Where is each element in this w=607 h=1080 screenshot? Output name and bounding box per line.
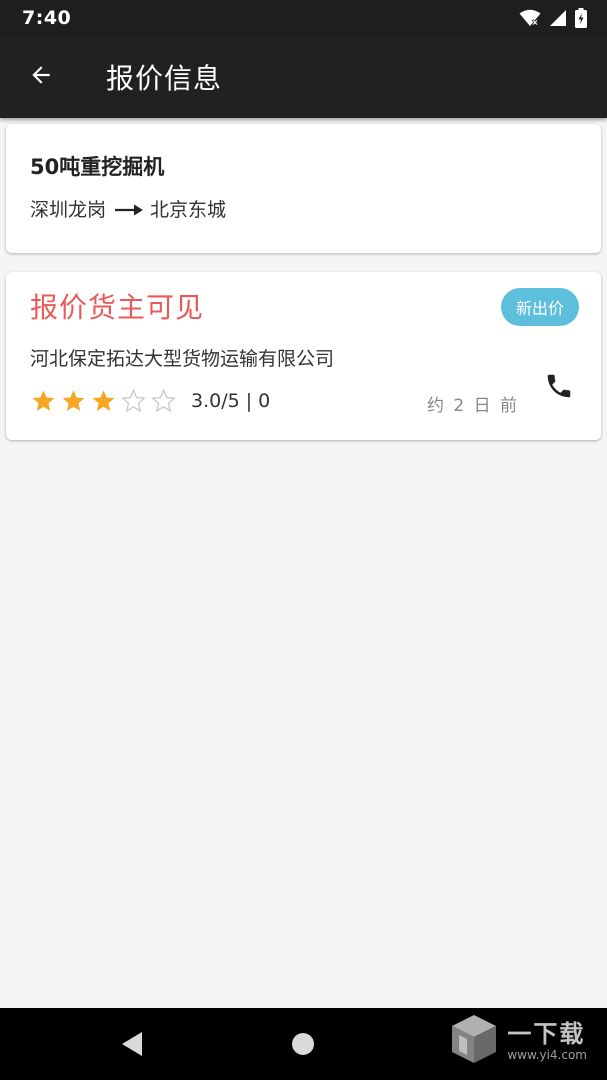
call-button[interactable]	[539, 368, 579, 408]
cargo-card: 50吨重挖掘机 深圳龙岗 北京东城	[6, 124, 601, 253]
quote-card[interactable]: 报价货主可见 新出价 河北保定拓达大型货物运输有限公司 3.0/5 | 0 约 …	[6, 272, 601, 440]
battery-icon	[575, 8, 587, 28]
rating-text: 3.0/5 | 0	[191, 390, 271, 412]
app-bar: 报价信息	[0, 36, 607, 118]
route-from: 深圳龙岗	[30, 199, 107, 221]
route-to: 北京东城	[150, 199, 227, 221]
rating-row: 3.0/5 | 0	[30, 388, 270, 414]
star-outline-icon	[150, 388, 177, 414]
signal-icon	[549, 9, 567, 27]
cargo-name: 50吨重挖掘机	[30, 155, 165, 179]
rating-stars	[30, 388, 177, 414]
cube-logo-icon	[449, 1012, 499, 1070]
status-icons	[519, 8, 587, 28]
route: 深圳龙岗 北京东城	[30, 198, 577, 222]
status-bar: 7:40	[0, 0, 607, 36]
arrow-left-icon	[28, 62, 54, 92]
star-icon	[90, 388, 117, 414]
star-icon	[30, 388, 57, 414]
wifi-icon	[519, 9, 541, 27]
watermark-title: 一下载	[507, 1020, 586, 1048]
nav-home-icon[interactable]	[292, 1033, 314, 1055]
page-title: 报价信息	[106, 62, 223, 95]
arrow-right-icon	[114, 203, 144, 217]
new-quote-badge: 新出价	[501, 288, 579, 326]
star-outline-icon	[120, 388, 147, 414]
phone-icon	[544, 371, 574, 405]
back-button[interactable]	[0, 36, 82, 118]
quote-price: 报价货主可见	[30, 291, 205, 324]
status-time: 7:40	[22, 7, 72, 29]
watermark: 一下载 www.yi4.com	[449, 1012, 587, 1070]
nav-back-icon[interactable]	[120, 1030, 144, 1062]
nav-bar: 一下载 www.yi4.com	[0, 1008, 607, 1080]
star-icon	[60, 388, 87, 414]
company-name: 河北保定拓达大型货物运输有限公司	[30, 348, 335, 370]
watermark-url: www.yi4.com	[507, 1048, 587, 1062]
time-ago: 约 2 日 前	[426, 396, 519, 416]
